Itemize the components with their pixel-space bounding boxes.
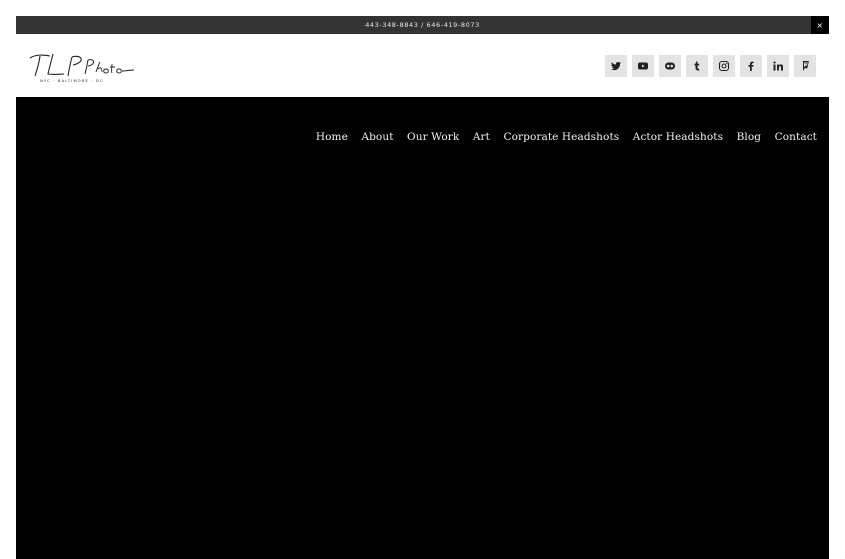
close-icon: ×	[816, 20, 824, 30]
nav-art[interactable]: Art	[473, 131, 490, 143]
linkedin-link[interactable]	[767, 55, 789, 77]
facebook-icon	[748, 61, 754, 71]
nav-blog[interactable]: Blog	[737, 131, 762, 143]
nav-home[interactable]: Home	[316, 131, 348, 143]
twitter-icon	[611, 61, 621, 71]
nav-corporate-headshots[interactable]: Corporate Headshots	[503, 131, 619, 143]
social-links	[605, 55, 816, 77]
hero-section: Home About Our Work Art Corporate Headsh…	[16, 97, 829, 559]
main-navigation: Home About Our Work Art Corporate Headsh…	[316, 131, 817, 143]
youtube-link[interactable]	[632, 55, 654, 77]
tumblr-icon	[694, 61, 700, 71]
facebook-link[interactable]	[740, 55, 762, 77]
site-header: NYC · BALTIMORE · DC	[16, 34, 829, 97]
announcement-bar: 443-348-8843 / 646-419-8073 ×	[16, 16, 829, 34]
linkedin-icon	[773, 61, 783, 71]
tumblr-link[interactable]	[686, 55, 708, 77]
instagram-icon	[718, 60, 730, 72]
logo-tagline: NYC · BALTIMORE · DC	[40, 79, 104, 83]
nav-about[interactable]: About	[361, 131, 393, 143]
site-logo[interactable]: NYC · BALTIMORE · DC	[26, 48, 136, 84]
flickr-icon	[665, 62, 675, 70]
nav-actor-headshots[interactable]: Actor Headshots	[633, 131, 723, 143]
instagram-link[interactable]	[713, 55, 735, 77]
nav-contact[interactable]: Contact	[775, 131, 817, 143]
foursquare-icon	[802, 61, 809, 71]
close-announcement-button[interactable]: ×	[811, 16, 829, 34]
flickr-link[interactable]	[659, 55, 681, 77]
logo-image: NYC · BALTIMORE · DC	[29, 53, 135, 83]
foursquare-link[interactable]	[794, 55, 816, 77]
nav-our-work[interactable]: Our Work	[407, 131, 459, 143]
announcement-text: 443-348-8843 / 646-419-8073	[365, 21, 480, 29]
youtube-icon	[638, 62, 648, 70]
twitter-link[interactable]	[605, 55, 627, 77]
